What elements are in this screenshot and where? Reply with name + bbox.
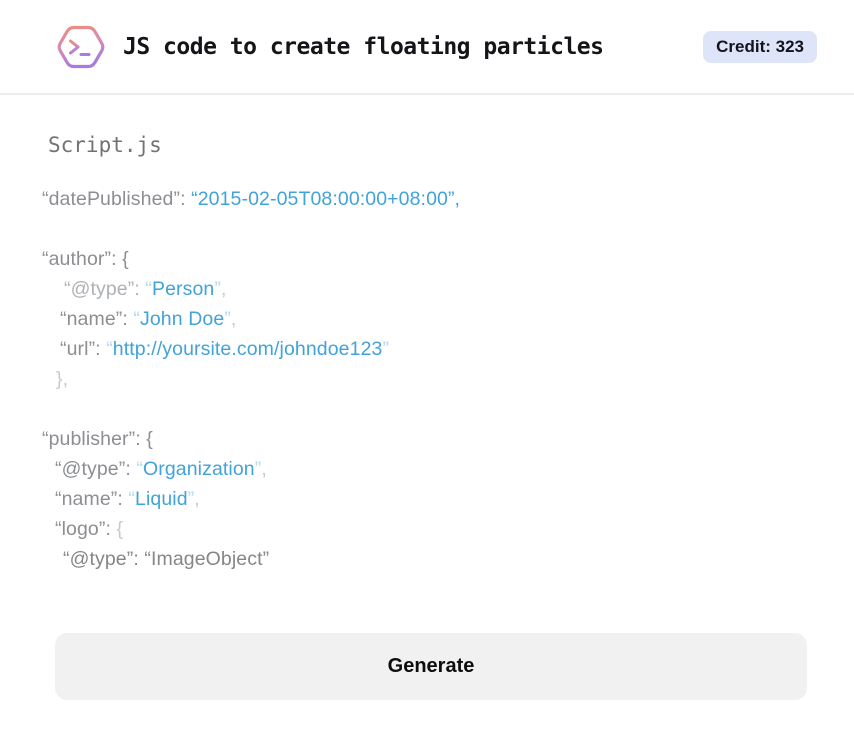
- code-segment-punctFaded: ,: [194, 488, 200, 510]
- code-segment-punctFaded: },: [56, 368, 69, 390]
- file-title: Script.js: [48, 133, 162, 157]
- code-line: “datePublished”: “2015-02-05T08:00:00+08…: [42, 184, 807, 214]
- code-segment-key: “@type”:: [55, 458, 137, 480]
- code-segment-quoteFaded: ”: [224, 308, 231, 330]
- code-block: “datePublished”: “2015-02-05T08:00:00+08…: [42, 184, 807, 574]
- code-segment-punctFaded: ,: [261, 458, 267, 480]
- code-segment-quoteFaded: “: [106, 338, 113, 360]
- code-segment-quoteFaded: “: [128, 488, 135, 510]
- code-segment-punctFaded: ,: [230, 308, 237, 330]
- code-line: },: [42, 364, 807, 394]
- code-segment-keyFaded: “@type”:: [64, 278, 146, 300]
- code-line: “@type”: “Organization”,: [42, 454, 807, 484]
- code-line: “name”: “John Doe”,: [42, 304, 807, 334]
- code-segment-key: “url”:: [60, 338, 107, 360]
- code-segment-key: “datePublished”:: [42, 188, 192, 210]
- code-line: “logo”: {: [42, 514, 807, 544]
- generate-button[interactable]: Generate: [55, 633, 807, 700]
- code-line: “@type”: “Person”,: [42, 274, 807, 304]
- code-segment-quoteFaded: ”: [382, 338, 390, 360]
- header: JS code to create floating particles Cre…: [0, 0, 854, 95]
- code-line: “url”: “http://yoursite.com/johndoe123”: [42, 334, 807, 364]
- code-line: “@type”: “ImageObject”: [42, 544, 807, 574]
- code-line: “name”: “Liquid”,: [42, 484, 807, 514]
- code-segment-value: Organization: [142, 458, 255, 480]
- code-line: “publisher”: {: [42, 424, 807, 454]
- code-segment-key: “name”:: [55, 488, 129, 510]
- code-segment-quoteFaded: ”: [214, 278, 221, 300]
- terminal-prompt-hexagon-icon: [57, 25, 105, 68]
- code-segment-key: “publisher”: {: [42, 428, 153, 450]
- code-segment-plain: “@type”: “ImageObject”: [63, 548, 270, 570]
- code-segment-value: Liquid: [135, 488, 188, 510]
- code-segment-key: “logo”:: [55, 518, 117, 540]
- code-segment-value: http://yoursite.com/johndoe123: [112, 338, 383, 360]
- code-segment-value: “2015-02-05T08:00:00+08:00”,: [191, 188, 461, 210]
- code-segment-quoteFaded: “: [133, 308, 140, 330]
- page-title: JS code to create floating particles: [123, 33, 604, 60]
- code-segment-key: “author”: {: [42, 248, 129, 270]
- main-content: Script.js “datePublished”: “2015-02-05T0…: [0, 133, 854, 700]
- code-line: “author”: {: [42, 244, 807, 274]
- code-segment-quoteFaded: “: [145, 278, 152, 300]
- code-segment-key: “name”:: [60, 308, 134, 330]
- code-segment-punctFaded: ,: [220, 278, 227, 300]
- code-segment-quoteFaded: “: [136, 458, 143, 480]
- code-segment-value: John Doe: [140, 308, 225, 330]
- code-segment-value: Person: [151, 278, 215, 300]
- code-segment-punctFaded: {: [116, 518, 124, 540]
- credit-badge: Credit: 323: [703, 30, 817, 63]
